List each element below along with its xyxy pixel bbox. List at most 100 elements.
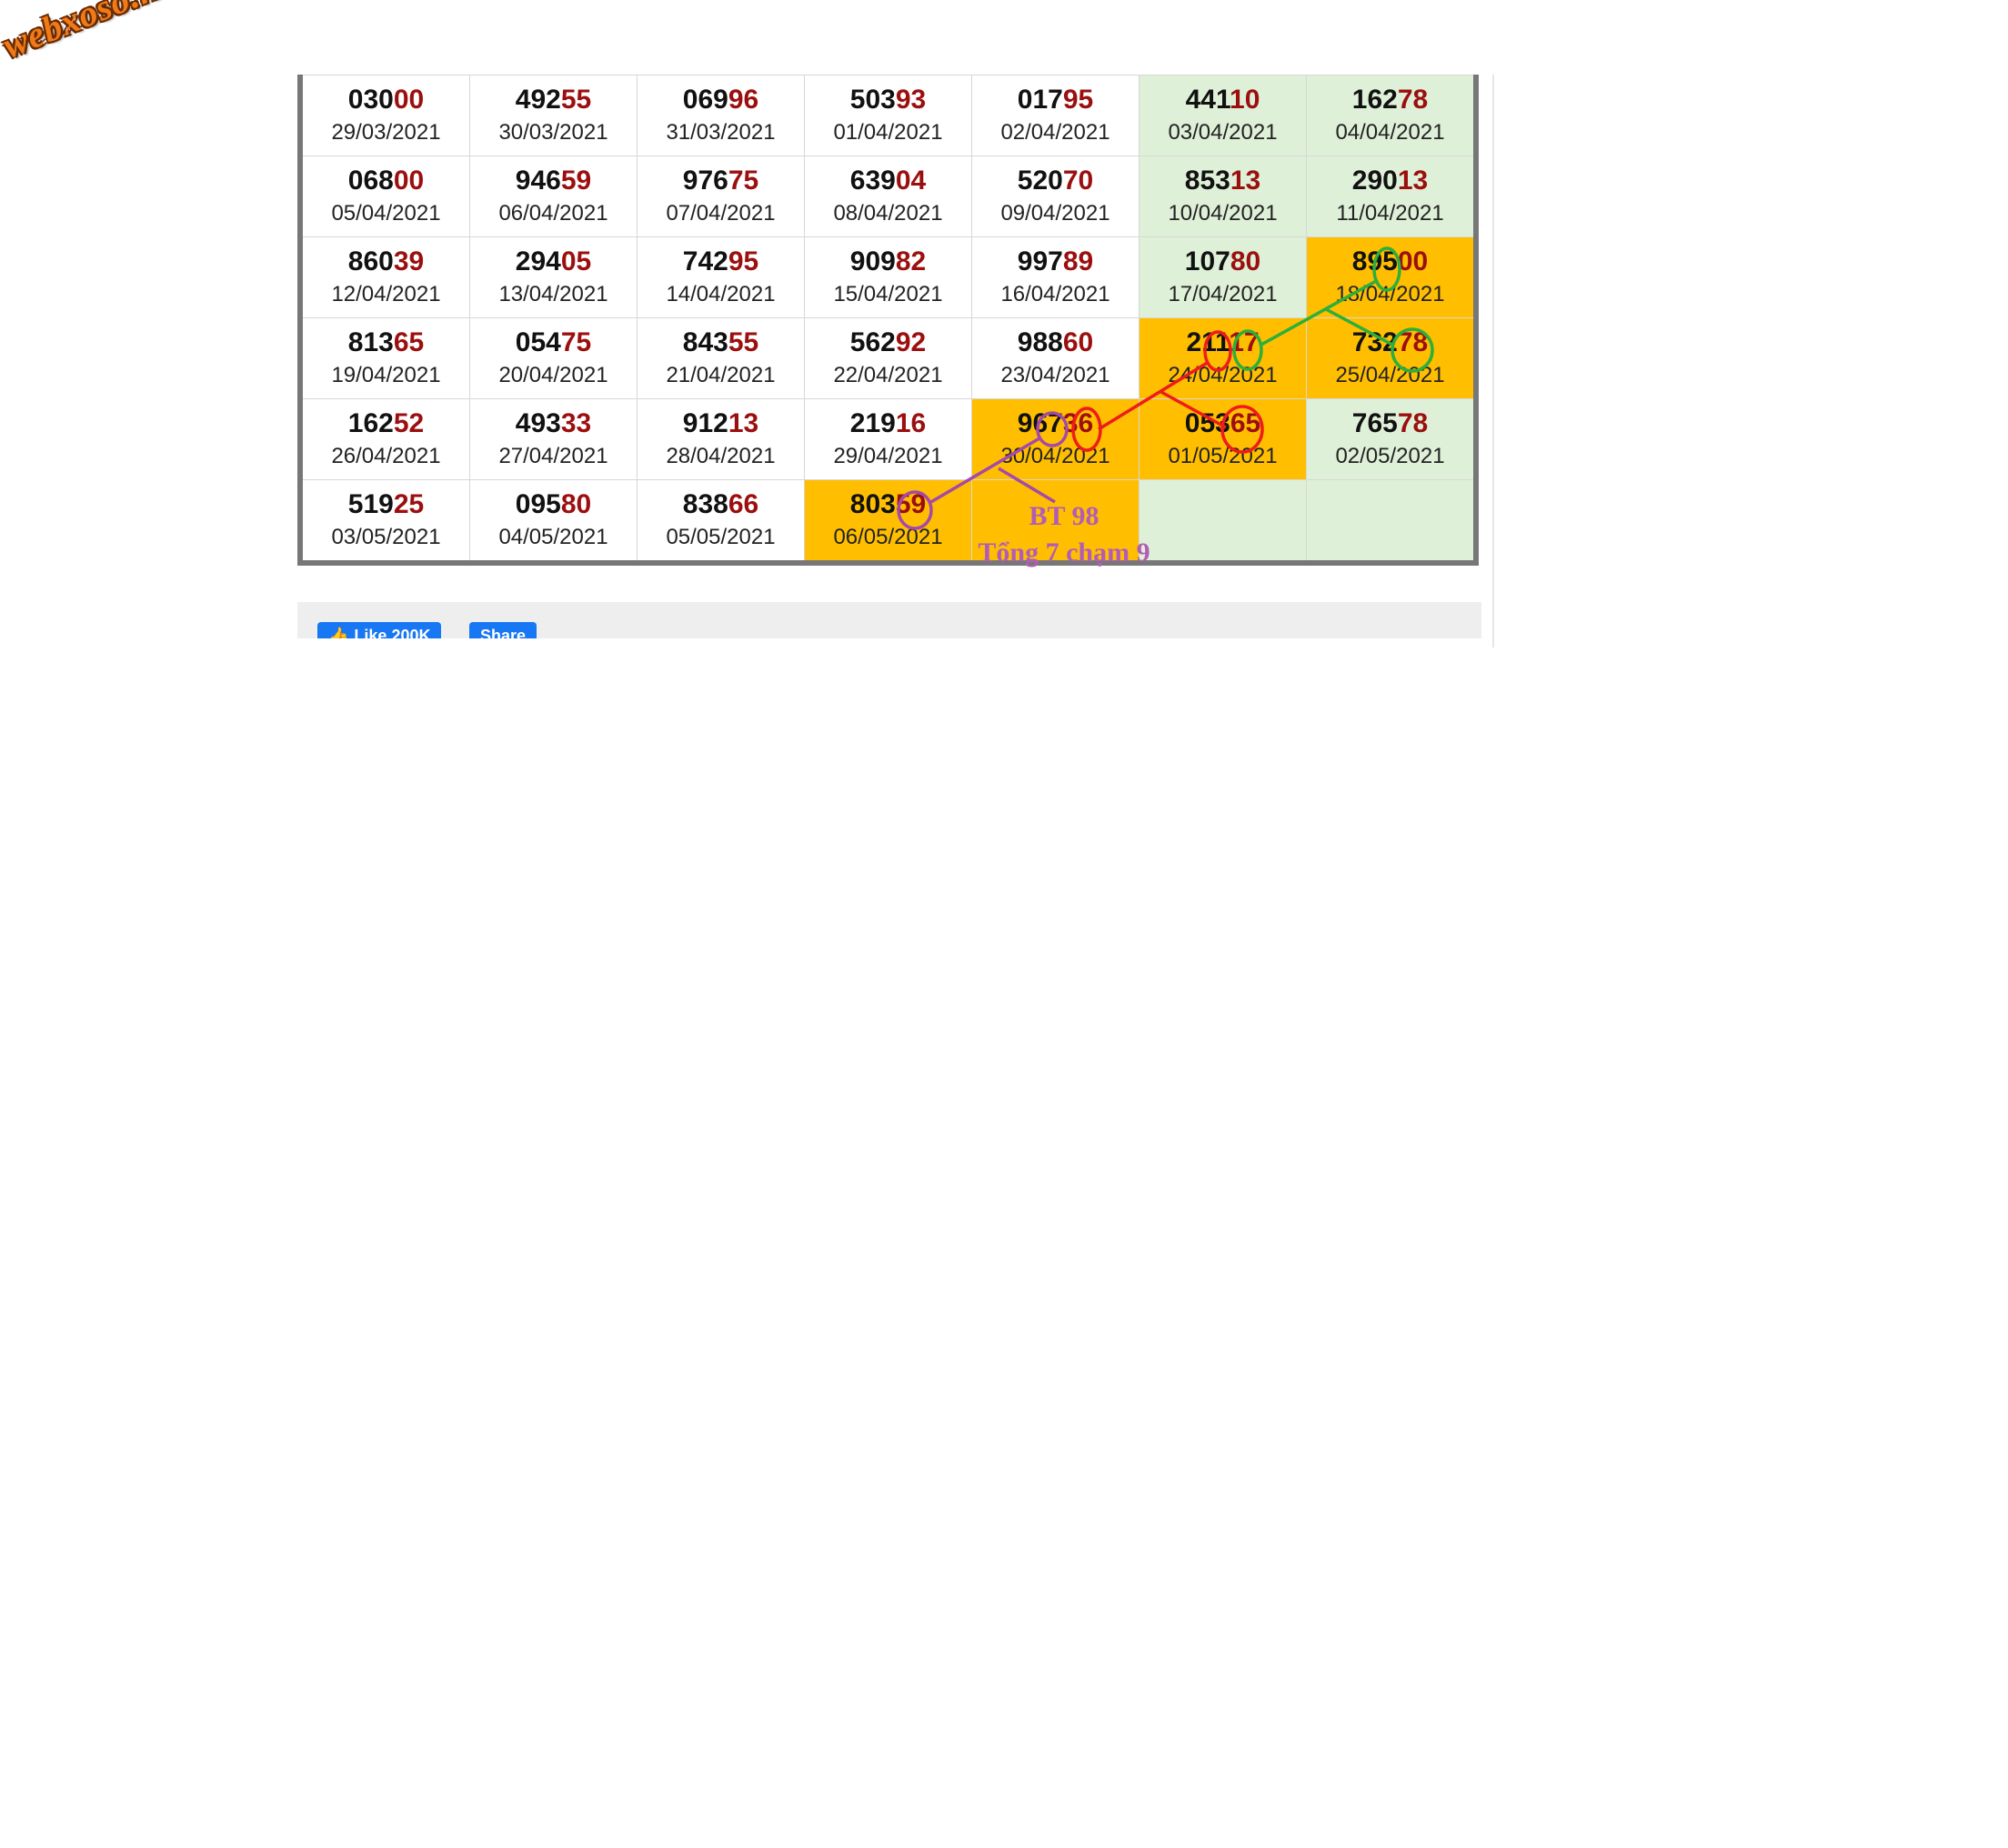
thumbs-up-icon: 👍 bbox=[328, 627, 349, 638]
result-number-head: 017 bbox=[1017, 85, 1063, 115]
result-number-tail: 80 bbox=[1230, 246, 1261, 276]
result-cell: 21916 29/04/2021 bbox=[804, 398, 972, 480]
result-number: 91213 bbox=[638, 407, 804, 440]
result-date: 06/04/2021 bbox=[498, 201, 608, 226]
result-cell: 21117 24/04/2021 bbox=[1139, 317, 1307, 399]
result-number-tail: 10 bbox=[1230, 85, 1260, 115]
result-number: 56292 bbox=[805, 326, 971, 359]
result-cell: 96736 30/04/2021 bbox=[971, 398, 1140, 480]
result-date: 04/05/2021 bbox=[498, 525, 608, 549]
result-date: 15/04/2021 bbox=[833, 282, 943, 306]
result-date: 24/04/2021 bbox=[1168, 363, 1278, 387]
result-date: 14/04/2021 bbox=[666, 282, 776, 306]
table-row: 03000 29/03/2021 49255 30/03/2021 06996 31/03… bbox=[299, 75, 1477, 156]
result-number-head: 813 bbox=[347, 327, 394, 357]
result-number-head: 562 bbox=[849, 327, 896, 357]
annotation-line-2: Tổng 7 chạm 9 bbox=[978, 537, 1150, 567]
result-number-head: 030 bbox=[347, 85, 394, 115]
result-number-tail: 60 bbox=[1062, 327, 1094, 357]
result-cell: 29013 11/04/2021 bbox=[1306, 156, 1477, 237]
result-date: 16/04/2021 bbox=[1000, 282, 1110, 306]
result-number: 21117 bbox=[1140, 326, 1306, 359]
result-number-head: 053 bbox=[1184, 408, 1230, 438]
result-number-tail: 80 bbox=[560, 489, 592, 519]
result-date: 27/04/2021 bbox=[498, 444, 608, 468]
result-number: 74295 bbox=[638, 246, 804, 278]
result-cell: 16252 26/04/2021 bbox=[299, 398, 470, 480]
site-logo[interactable]: webxoso.net bbox=[0, 0, 191, 67]
facebook-like-button[interactable]: 👍 Like 200K bbox=[317, 622, 442, 638]
result-number-tail: 55 bbox=[728, 327, 759, 357]
result-cell: 98860 23/04/2021 bbox=[971, 317, 1140, 399]
result-number: 81365 bbox=[303, 326, 469, 359]
result-date: 26/04/2021 bbox=[331, 444, 441, 468]
result-number-head: 895 bbox=[1351, 246, 1398, 276]
result-number-tail: 59 bbox=[895, 489, 927, 519]
result-number-head: 211 bbox=[1186, 327, 1230, 357]
result-cell: 91213 28/04/2021 bbox=[637, 398, 805, 480]
logo-text: webxoso.net bbox=[0, 0, 191, 66]
result-number: 63904 bbox=[805, 165, 971, 197]
result-number: 06996 bbox=[638, 84, 804, 116]
result-cell: 97675 07/04/2021 bbox=[637, 156, 805, 237]
result-cell: 56292 22/04/2021 bbox=[804, 317, 972, 399]
result-number: 86039 bbox=[303, 246, 469, 278]
result-date: 30/03/2021 bbox=[498, 120, 608, 145]
table-row: 06800 05/04/2021 94659 06/04/2021 97675 07/04… bbox=[299, 156, 1477, 237]
result-number: 76578 bbox=[1307, 407, 1473, 440]
result-number-head: 803 bbox=[849, 489, 896, 519]
result-date: 12/04/2021 bbox=[331, 282, 441, 306]
result-cell: 99789 16/04/2021 bbox=[971, 236, 1140, 318]
result-number-tail: 13 bbox=[1230, 166, 1261, 196]
result-number-head: 068 bbox=[347, 166, 394, 196]
facebook-share-button[interactable]: Share bbox=[469, 622, 537, 638]
result-cell: 94659 06/04/2021 bbox=[469, 156, 638, 237]
result-number: 16278 bbox=[1307, 84, 1473, 116]
result-cell: 03000 29/03/2021 bbox=[299, 75, 470, 156]
result-number: 03000 bbox=[303, 84, 469, 116]
result-cell: 06996 31/03/2021 bbox=[637, 75, 805, 156]
result-date: 08/04/2021 bbox=[833, 201, 943, 226]
result-number-tail: 65 bbox=[1230, 408, 1261, 438]
result-cell: 29405 13/04/2021 bbox=[469, 236, 638, 318]
result-number-tail: 00 bbox=[393, 166, 425, 196]
result-cell: 16278 04/04/2021 bbox=[1306, 75, 1477, 156]
result-date: 20/04/2021 bbox=[498, 363, 608, 387]
result-date: 04/04/2021 bbox=[1335, 120, 1445, 145]
result-number-tail: 95 bbox=[728, 246, 759, 276]
result-number-tail: 59 bbox=[560, 166, 592, 196]
result-number-head: 742 bbox=[682, 246, 728, 276]
result-number-tail: 95 bbox=[1062, 85, 1094, 115]
result-cell: 83866 05/05/2021 bbox=[637, 479, 805, 564]
result-number-tail: 92 bbox=[895, 327, 927, 357]
result-number-head: 988 bbox=[1017, 327, 1063, 357]
result-number: 29405 bbox=[470, 246, 637, 278]
result-number-tail: 75 bbox=[560, 327, 592, 357]
result-number-tail: 82 bbox=[895, 246, 927, 276]
result-number-head: 946 bbox=[515, 166, 561, 196]
result-number: 10780 bbox=[1140, 246, 1306, 278]
result-cell: 05475 20/04/2021 bbox=[469, 317, 638, 399]
result-date: 05/04/2021 bbox=[331, 201, 441, 226]
result-date: 02/05/2021 bbox=[1335, 444, 1445, 468]
result-number: 05475 bbox=[470, 326, 637, 359]
result-number-head: 843 bbox=[682, 327, 728, 357]
result-cell: 50393 01/04/2021 bbox=[804, 75, 972, 156]
result-number-tail: 05 bbox=[560, 246, 592, 276]
table-row: 86039 12/04/2021 29405 13/04/2021 74295 14/04… bbox=[299, 236, 1477, 318]
result-cell: 05365 01/05/2021 bbox=[1139, 398, 1307, 480]
like-label: Like 200K bbox=[354, 627, 431, 638]
result-number: 21916 bbox=[805, 407, 971, 440]
result-cell: 01795 02/04/2021 bbox=[971, 75, 1140, 156]
result-number-head: 162 bbox=[1351, 85, 1398, 115]
result-date: 13/04/2021 bbox=[498, 282, 608, 306]
result-cell: 76578 02/05/2021 bbox=[1306, 398, 1477, 480]
result-number: 98860 bbox=[972, 326, 1139, 359]
result-number-tail: 17 bbox=[1229, 327, 1260, 357]
result-date: 02/04/2021 bbox=[1000, 120, 1110, 145]
result-number-head: 107 bbox=[1184, 246, 1230, 276]
result-cell: 51925 03/05/2021 bbox=[299, 479, 470, 564]
result-cell: 10780 17/04/2021 bbox=[1139, 236, 1307, 318]
content-divider bbox=[1492, 75, 1494, 648]
result-number-head: 054 bbox=[515, 327, 561, 357]
